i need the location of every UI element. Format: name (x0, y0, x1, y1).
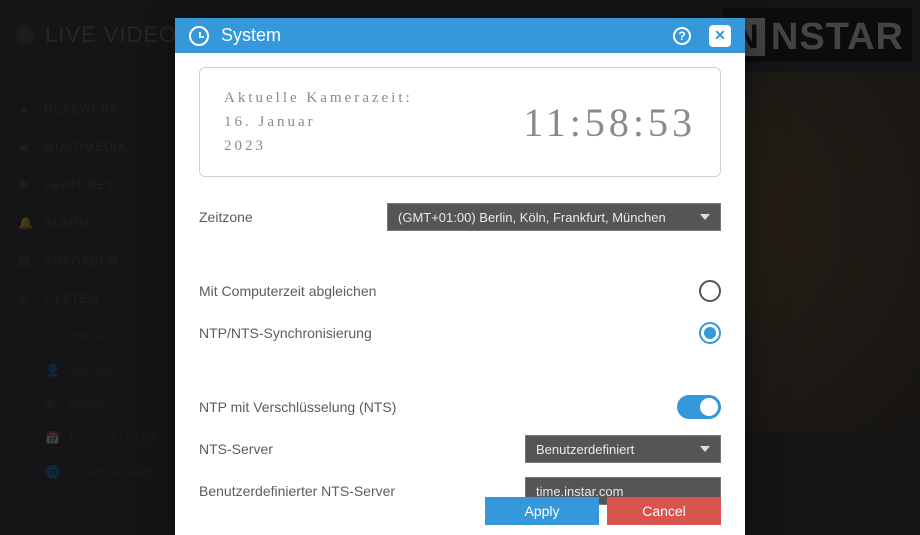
apply-button[interactable]: Apply (485, 497, 599, 525)
modal-title: System (221, 25, 281, 46)
help-icon[interactable]: ? (673, 27, 691, 45)
nts-server-select[interactable]: Benutzerdefiniert (525, 435, 721, 463)
modal-footer: Apply Cancel (485, 497, 721, 525)
nts-server-value: Benutzerdefiniert (536, 442, 634, 457)
nts-encrypt-toggle[interactable] (677, 395, 721, 419)
time-heading: Aktuelle Kamerazeit: (224, 86, 413, 110)
timezone-label: Zeitzone (199, 209, 253, 225)
cancel-button[interactable]: Cancel (607, 497, 721, 525)
modal-body: Aktuelle Kamerazeit: 16. Januar 2023 11:… (175, 53, 745, 535)
sync-pc-label: Mit Computerzeit abgleichen (199, 283, 376, 299)
timezone-select[interactable]: (GMT+01:00) Berlin, Köln, Frankfurt, Mün… (387, 203, 721, 231)
ntp-sync-radio[interactable] (699, 322, 721, 344)
ntp-sync-label: NTP/NTS-Synchronisierung (199, 325, 372, 341)
apply-button-label: Apply (524, 503, 559, 519)
time-date-1: 16. Januar (224, 110, 413, 134)
cancel-button-label: Cancel (642, 503, 686, 519)
nts-server-label: NTS-Server (199, 441, 273, 457)
current-time-panel: Aktuelle Kamerazeit: 16. Januar 2023 11:… (199, 67, 721, 177)
modal-header: System ? ✕ (175, 18, 745, 53)
system-modal: System ? ✕ Aktuelle Kamerazeit: 16. Janu… (175, 18, 745, 535)
custom-nts-label: Benutzerdefinierter NTS-Server (199, 483, 395, 499)
time-clock: 11:58:53 (523, 99, 696, 146)
clock-icon (189, 26, 209, 46)
nts-encrypt-label: NTP mit Verschlüsselung (NTS) (199, 399, 396, 415)
close-icon[interactable]: ✕ (709, 25, 731, 47)
timezone-value: (GMT+01:00) Berlin, Köln, Frankfurt, Mün… (398, 210, 666, 225)
chevron-down-icon (700, 214, 710, 220)
sync-pc-radio[interactable] (699, 280, 721, 302)
time-date-2: 2023 (224, 134, 413, 158)
chevron-down-icon (700, 446, 710, 452)
